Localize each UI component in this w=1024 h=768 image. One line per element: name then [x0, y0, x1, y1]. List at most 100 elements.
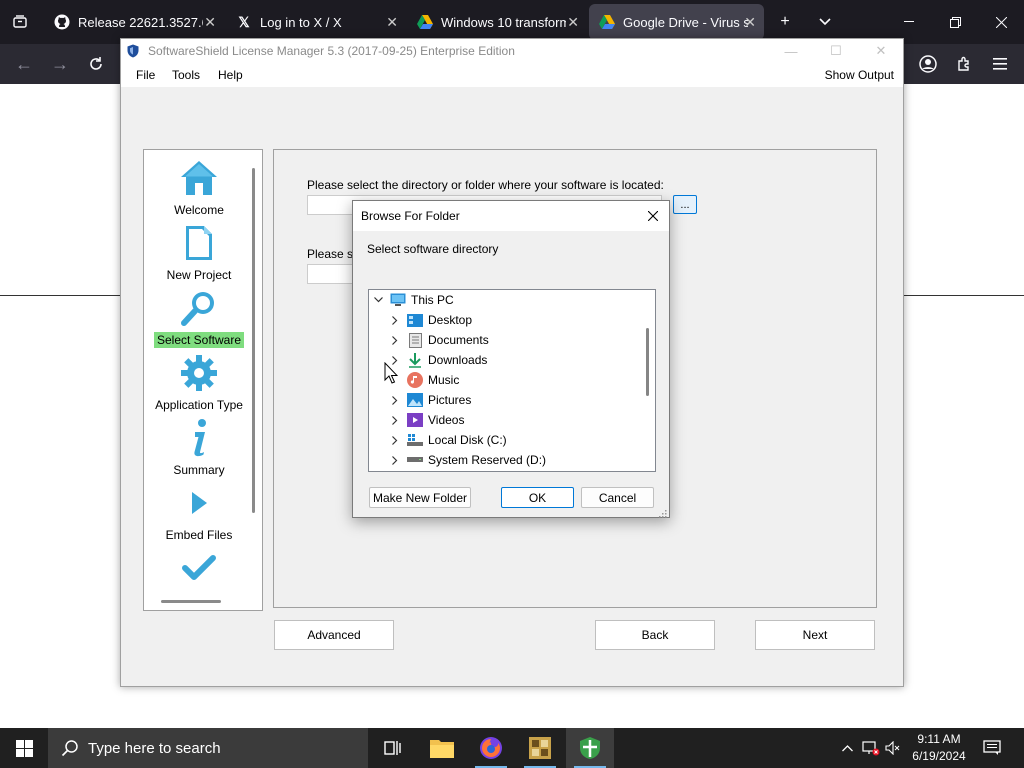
step-finish[interactable]: [144, 548, 254, 588]
cancel-button[interactable]: Cancel: [581, 487, 654, 508]
chevron-down-icon[interactable]: [371, 293, 385, 307]
close-window-icon[interactable]: [989, 10, 1013, 34]
tree-item-label: System Reserved (D:): [428, 453, 547, 467]
tree-item-music[interactable]: Music: [388, 370, 459, 390]
taskbar-search-box[interactable]: Type here to search: [48, 728, 368, 768]
chevron-right-icon[interactable]: [388, 393, 402, 407]
advanced-button[interactable]: Advanced: [274, 620, 394, 650]
tab-title: Google Drive - Virus sc…: [623, 14, 748, 30]
tray-chevron-up-icon[interactable]: [838, 728, 856, 768]
close-icon[interactable]: ✕: [866, 41, 896, 61]
firefox-icon[interactable]: [467, 728, 515, 768]
task-view-icon[interactable]: [368, 728, 416, 768]
back-arrow-icon[interactable]: ←: [12, 52, 36, 76]
tree-item-this-pc[interactable]: This PC: [369, 290, 454, 310]
back-button[interactable]: Back: [595, 620, 715, 650]
step-embed-files[interactable]: Embed Files: [144, 483, 254, 543]
menu-help[interactable]: Help: [218, 68, 243, 82]
tree-item-local-disk-c[interactable]: Local Disk (C:): [388, 430, 507, 450]
minimize-icon[interactable]: [897, 10, 921, 34]
tree-item-documents[interactable]: Documents: [388, 330, 489, 350]
window-title: SoftwareShield License Manager 5.3 (2017…: [148, 44, 515, 58]
drive-icon: [407, 452, 423, 468]
tree-item-label: Local Disk (C:): [428, 433, 507, 447]
new-tab-icon[interactable]: +: [773, 10, 797, 34]
tree-item-downloads[interactable]: Downloads: [388, 350, 487, 370]
step-label: Embed Files: [165, 528, 233, 542]
file-explorer-icon[interactable]: [418, 728, 466, 768]
step-select-software[interactable]: Select Software: [144, 288, 254, 348]
reload-icon[interactable]: [84, 52, 108, 76]
restore-icon[interactable]: [943, 10, 967, 34]
play-arrow-icon: [179, 483, 219, 523]
step-application-type[interactable]: Application Type: [144, 353, 254, 413]
vertical-scrollbar[interactable]: [252, 168, 255, 513]
chevron-right-icon[interactable]: [388, 433, 402, 447]
search-placeholder: Type here to search: [88, 739, 221, 757]
info-icon: [179, 418, 219, 458]
tab-list-chevron-icon[interactable]: [813, 10, 837, 34]
make-new-folder-button[interactable]: Make New Folder: [369, 487, 471, 508]
clock-date: 6/19/2024: [912, 749, 966, 763]
browser-tab[interactable]: 𝕏 Log in to X / X ✕: [226, 4, 406, 40]
tree-item-pictures[interactable]: Pictures: [388, 390, 471, 410]
chevron-right-icon[interactable]: [388, 413, 402, 427]
taskbar-clock[interactable]: 9:11 AM 6/19/2024: [904, 731, 974, 765]
menu-tools[interactable]: Tools: [172, 68, 200, 82]
ok-button[interactable]: OK: [501, 487, 574, 508]
horizontal-scrollbar[interactable]: [161, 600, 221, 603]
maximize-icon[interactable]: ☐: [821, 41, 851, 61]
softwareshield-taskbar-icon[interactable]: [566, 728, 614, 768]
network-icon[interactable]: [860, 728, 882, 768]
app-puzzle-icon[interactable]: [516, 728, 564, 768]
show-output-button[interactable]: Show Output: [825, 68, 894, 82]
close-icon[interactable]: [643, 206, 663, 226]
google-drive-icon: [417, 14, 433, 30]
notifications-icon[interactable]: [980, 728, 1004, 768]
tree-scrollbar[interactable]: [646, 328, 649, 396]
chevron-right-icon[interactable]: [388, 313, 402, 327]
account-icon[interactable]: [916, 52, 940, 76]
tab-overview-icon[interactable]: [8, 10, 32, 34]
step-label: Select Software: [153, 332, 245, 348]
tree-item-label: Music: [428, 373, 460, 387]
github-icon: [54, 14, 70, 30]
step-summary[interactable]: Summary: [144, 418, 254, 478]
page-divider: [0, 295, 120, 296]
browse-button[interactable]: ...: [673, 195, 697, 214]
resize-grip-icon[interactable]: [659, 507, 667, 518]
chevron-right-icon[interactable]: [388, 453, 402, 467]
tree-item-system-reserved-d[interactable]: System Reserved (D:): [388, 450, 546, 470]
document-icon: [179, 223, 219, 263]
chevron-right-icon[interactable]: [388, 333, 402, 347]
minimize-icon[interactable]: —: [776, 41, 806, 61]
windows-start-icon[interactable]: [0, 728, 48, 768]
menu-icon[interactable]: [988, 52, 1012, 76]
mouse-cursor-icon: [384, 361, 399, 384]
music-icon: [407, 372, 423, 388]
menu-file[interactable]: File: [136, 68, 155, 82]
tree-item-desktop[interactable]: Desktop: [388, 310, 472, 330]
tab-close-icon[interactable]: ✕: [204, 14, 216, 31]
tab-close-icon[interactable]: ✕: [386, 14, 398, 31]
next-button[interactable]: Next: [755, 620, 875, 650]
step-welcome[interactable]: Welcome: [144, 158, 254, 218]
folder-tree[interactable]: This PC Desktop Documents Downloads Musi…: [368, 289, 656, 472]
x-icon: 𝕏: [238, 13, 250, 30]
step-new-project[interactable]: New Project: [144, 223, 254, 283]
tree-item-label: Documents: [428, 333, 489, 347]
tab-close-icon[interactable]: ✕: [567, 14, 579, 31]
desktop-icon: [407, 312, 423, 328]
dialog-title-bar: Browse For Folder: [353, 201, 669, 231]
volume-mute-icon[interactable]: [884, 728, 902, 768]
directory-label: Please select the directory or folder wh…: [307, 178, 664, 192]
browser-tab-active[interactable]: Google Drive - Virus sc… ✕: [589, 4, 764, 40]
extensions-icon[interactable]: [952, 52, 976, 76]
browser-tab[interactable]: Release 22621.3527.65… ✕: [44, 4, 224, 40]
forward-arrow-icon[interactable]: →: [48, 52, 72, 76]
tree-item-videos[interactable]: Videos: [388, 410, 464, 430]
shield-icon: [126, 44, 140, 58]
tab-close-icon[interactable]: ✕: [744, 14, 756, 31]
local-disk-icon: [407, 432, 423, 448]
browser-tab[interactable]: Windows 10 transform… ✕: [407, 4, 587, 40]
